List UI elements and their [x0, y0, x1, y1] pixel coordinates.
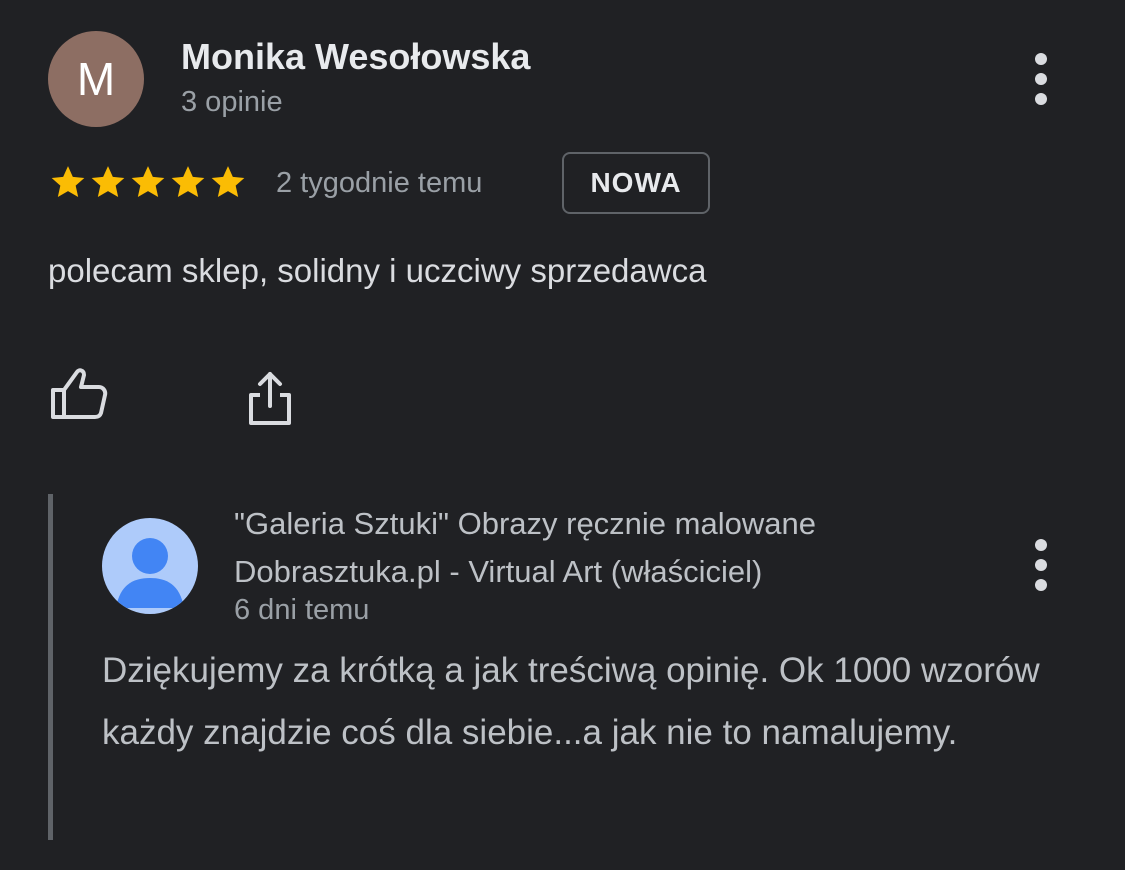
more-vert-icon[interactable] — [1029, 535, 1053, 595]
reviewer-name[interactable]: Monika Wesołowska — [181, 36, 530, 78]
reply-indent-bar — [48, 494, 53, 840]
star-rating — [48, 162, 248, 202]
thumb-up-icon[interactable] — [48, 364, 110, 424]
reviewer-review-count: 3 opinie — [181, 86, 283, 118]
reply-time: 6 dni temu — [234, 594, 370, 626]
owner-name[interactable]: "Galeria Sztuki" Obrazy ręcznie malowane… — [234, 500, 994, 596]
reply-text: Dziękujemy za krótką a jak treściwą opin… — [102, 651, 1040, 752]
avatar-initial: M — [76, 53, 116, 105]
share-icon[interactable] — [244, 368, 296, 428]
star-icon — [171, 166, 205, 197]
star-icon — [91, 166, 125, 197]
star-icon — [131, 166, 165, 197]
more-vert-icon[interactable] — [1029, 49, 1053, 109]
star-icon — [51, 166, 85, 197]
new-badge: NOWA — [562, 152, 710, 214]
review-text: polecam sklep, solidny i uczciwy sprzeda… — [48, 252, 707, 289]
default-person-avatar-icon[interactable] — [102, 518, 198, 614]
star-icon — [211, 166, 245, 197]
review-time: 2 tygodnie temu — [276, 167, 483, 199]
reviewer-avatar[interactable]: M — [48, 31, 144, 127]
